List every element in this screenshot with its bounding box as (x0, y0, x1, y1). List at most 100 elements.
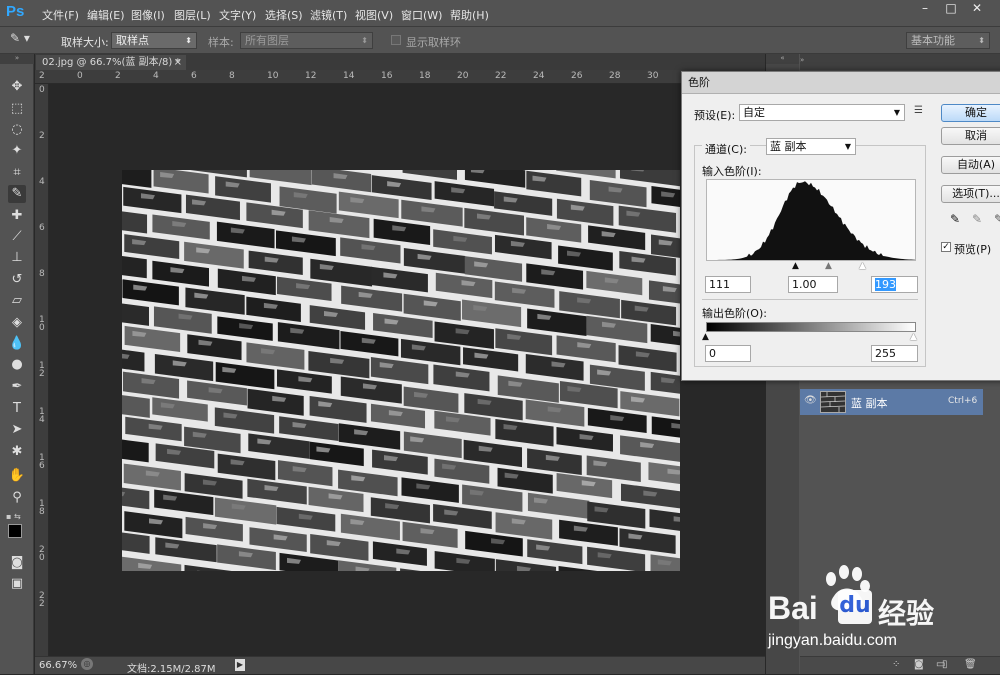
clone-stamp-tool-icon[interactable]: ⊥ (8, 249, 26, 267)
close-tab-icon[interactable]: × (174, 55, 182, 70)
input-white-field[interactable]: 193 (871, 276, 918, 293)
menu-view[interactable]: 视图(V) (355, 7, 393, 23)
input-black-field[interactable]: 111 (705, 276, 751, 293)
menu-bar: Ps 文件(F) 编辑(E) 图像(I) 图层(L) 文字(Y) 选择(S) 滤… (0, 0, 1000, 27)
marquee-tool-icon[interactable]: ⬚ (8, 100, 26, 118)
menu-window[interactable]: 窗口(W) (401, 7, 442, 23)
crop-tool-icon[interactable]: ⌗ (8, 164, 26, 182)
eraser-tool-icon[interactable]: ▱ (8, 292, 26, 310)
dialog-title[interactable]: 色阶 (682, 72, 1000, 94)
history-brush-tool-icon[interactable]: ↺ (8, 271, 26, 289)
menu-file[interactable]: 文件(F) (42, 7, 79, 23)
menu-help[interactable]: 帮助(H) (450, 7, 489, 23)
preset-label: 预设(E): (694, 107, 735, 123)
new-layer-icon[interactable]: ▯ (942, 659, 948, 670)
input-gamma-slider[interactable]: ▲ (825, 261, 832, 271)
input-gamma-field[interactable]: 1.00 (788, 276, 838, 293)
brush-tool-icon[interactable]: ⟋ (8, 228, 26, 246)
layers-scrollbar[interactable] (983, 389, 1000, 415)
delete-layer-icon[interactable]: 🗑 (964, 659, 977, 670)
cancel-button[interactable]: 取消 (941, 127, 1000, 145)
layer-shortcut: Ctrl+6 (948, 396, 977, 406)
healing-brush-tool-icon[interactable]: ✚ (8, 207, 26, 225)
pen-tool-icon[interactable]: ✒ (8, 378, 26, 396)
gray-eyedropper-icon[interactable]: ✎ (972, 212, 982, 226)
sample-size-select[interactable]: 取样点⬍ (111, 32, 197, 49)
channel-select[interactable]: 蓝 副本 ▼ (766, 138, 856, 155)
close-icon[interactable]: ✕ (966, 1, 988, 17)
ok-button[interactable]: 确定 (941, 104, 1000, 122)
output-black-slider[interactable]: ▲ (702, 332, 709, 342)
ruler-tick-label: 12 (305, 71, 316, 81)
input-white-slider[interactable]: ▲ (859, 261, 866, 271)
show-ring-checkbox[interactable] (391, 35, 401, 45)
path-selection-tool-icon[interactable]: ➤ (8, 421, 26, 439)
layer-row-active[interactable]: 👁 蓝 副本 Ctrl+6 (800, 389, 983, 415)
ruler-tick-label: 4 (39, 178, 45, 186)
collapse-icon[interactable]: » (0, 54, 34, 64)
output-white-slider[interactable]: ▲ (910, 332, 917, 342)
layer-thumbnail (820, 391, 846, 413)
watermark-url: jingyan.baidu.com (768, 632, 897, 650)
dock-collapse-icon[interactable]: « (766, 54, 799, 64)
menu-type[interactable]: 文字(Y) (219, 7, 256, 23)
input-slider-track[interactable]: ▲ ▲ ▲ (706, 261, 916, 271)
workspace-select[interactable]: 基本功能⬍ (906, 32, 990, 49)
hand-tool-icon[interactable]: ✋ (8, 467, 26, 485)
status-menu-icon[interactable]: ◎ (81, 658, 93, 670)
menu-filter[interactable]: 滤镜(T) (310, 7, 347, 23)
output-black-field[interactable]: 0 (705, 345, 751, 362)
dodge-tool-icon[interactable]: ● (8, 356, 26, 374)
menu-select[interactable]: 选择(S) (265, 7, 303, 23)
lasso-tool-icon[interactable]: ◌ (8, 121, 26, 139)
ruler-tick-label: 2 (39, 71, 45, 81)
show-ring-label: 显示取样环 (406, 34, 461, 50)
menu-layer[interactable]: 图层(L) (174, 7, 211, 23)
preview-checkbox[interactable]: ✓ (941, 242, 951, 252)
menu-edit[interactable]: 编辑(E) (87, 7, 125, 23)
move-tool-icon[interactable]: ✥ (8, 78, 26, 96)
options-bar: ✎ ▾ 取样大小: 取样点⬍ 样本: 所有图层⬍ 显示取样环 基本功能⬍ (0, 27, 1000, 54)
eyedropper-tool-icon[interactable]: ✎ (8, 185, 26, 203)
ruler-tick-label: 18 (419, 71, 430, 81)
brick-wall-image[interactable] (122, 170, 680, 571)
sample-select[interactable]: 所有图层⬍ (240, 32, 373, 49)
loading-icon: ⁘ (892, 659, 900, 670)
screen-mode-icon[interactable]: ▣ (8, 575, 26, 593)
auto-button[interactable]: 自动(A) (941, 156, 1000, 174)
add-mask-icon[interactable]: ◙ (914, 659, 924, 670)
foreground-color-swatch[interactable] (8, 524, 22, 538)
eyedropper-preset-icon[interactable]: ✎ ▾ (10, 31, 38, 49)
watermark-brand: Bai (768, 590, 818, 627)
input-black-slider[interactable]: ▲ (792, 261, 799, 271)
magic-wand-tool-icon[interactable]: ✦ (8, 142, 26, 160)
channel-label: 通道(C): (702, 141, 750, 157)
menu-image[interactable]: 图像(I) (131, 7, 165, 23)
panel-collapse-icon[interactable]: » (800, 56, 804, 64)
visibility-eye-icon[interactable]: 👁 (804, 395, 817, 406)
output-gradient (706, 322, 916, 332)
options-button[interactable]: 选项(T)... (941, 185, 1000, 203)
status-arrow-icon[interactable]: ▶ (235, 659, 245, 671)
zoom-tool-icon[interactable]: ⚲ (8, 489, 26, 507)
black-eyedropper-icon[interactable]: ✎ (950, 212, 960, 226)
maximize-icon[interactable]: □ (940, 1, 962, 17)
type-tool-icon[interactable]: T (8, 400, 26, 418)
preset-select[interactable]: 自定 ▼ (739, 104, 905, 121)
ruler-tick-label: 1 6 (39, 454, 45, 470)
paint-bucket-tool-icon[interactable]: ◈ (8, 314, 26, 332)
blur-tool-icon[interactable]: 💧 (8, 335, 26, 353)
brick-wall-graphic (122, 170, 680, 571)
minimize-icon[interactable]: – (914, 1, 936, 17)
preset-options-icon[interactable]: ☰ (914, 105, 923, 116)
quick-mask-icon[interactable]: ◙ (8, 554, 26, 572)
ruler-tick-label: 1 2 (39, 362, 45, 378)
shape-tool-icon[interactable]: ✱ (8, 443, 26, 461)
watermark-du-icon: du (838, 590, 872, 624)
output-white-field[interactable]: 255 (871, 345, 918, 362)
white-eyedropper-icon[interactable]: ✎ (994, 212, 1000, 226)
document-tab[interactable]: 02.jpg @ 66.7%(蓝 副本/8) * × (35, 54, 187, 70)
swap-colors-icon[interactable]: ▪ ⇆ (6, 512, 30, 522)
output-slider-track[interactable]: ▲ ▲ (706, 332, 916, 342)
zoom-level[interactable]: 66.67% (39, 660, 77, 671)
